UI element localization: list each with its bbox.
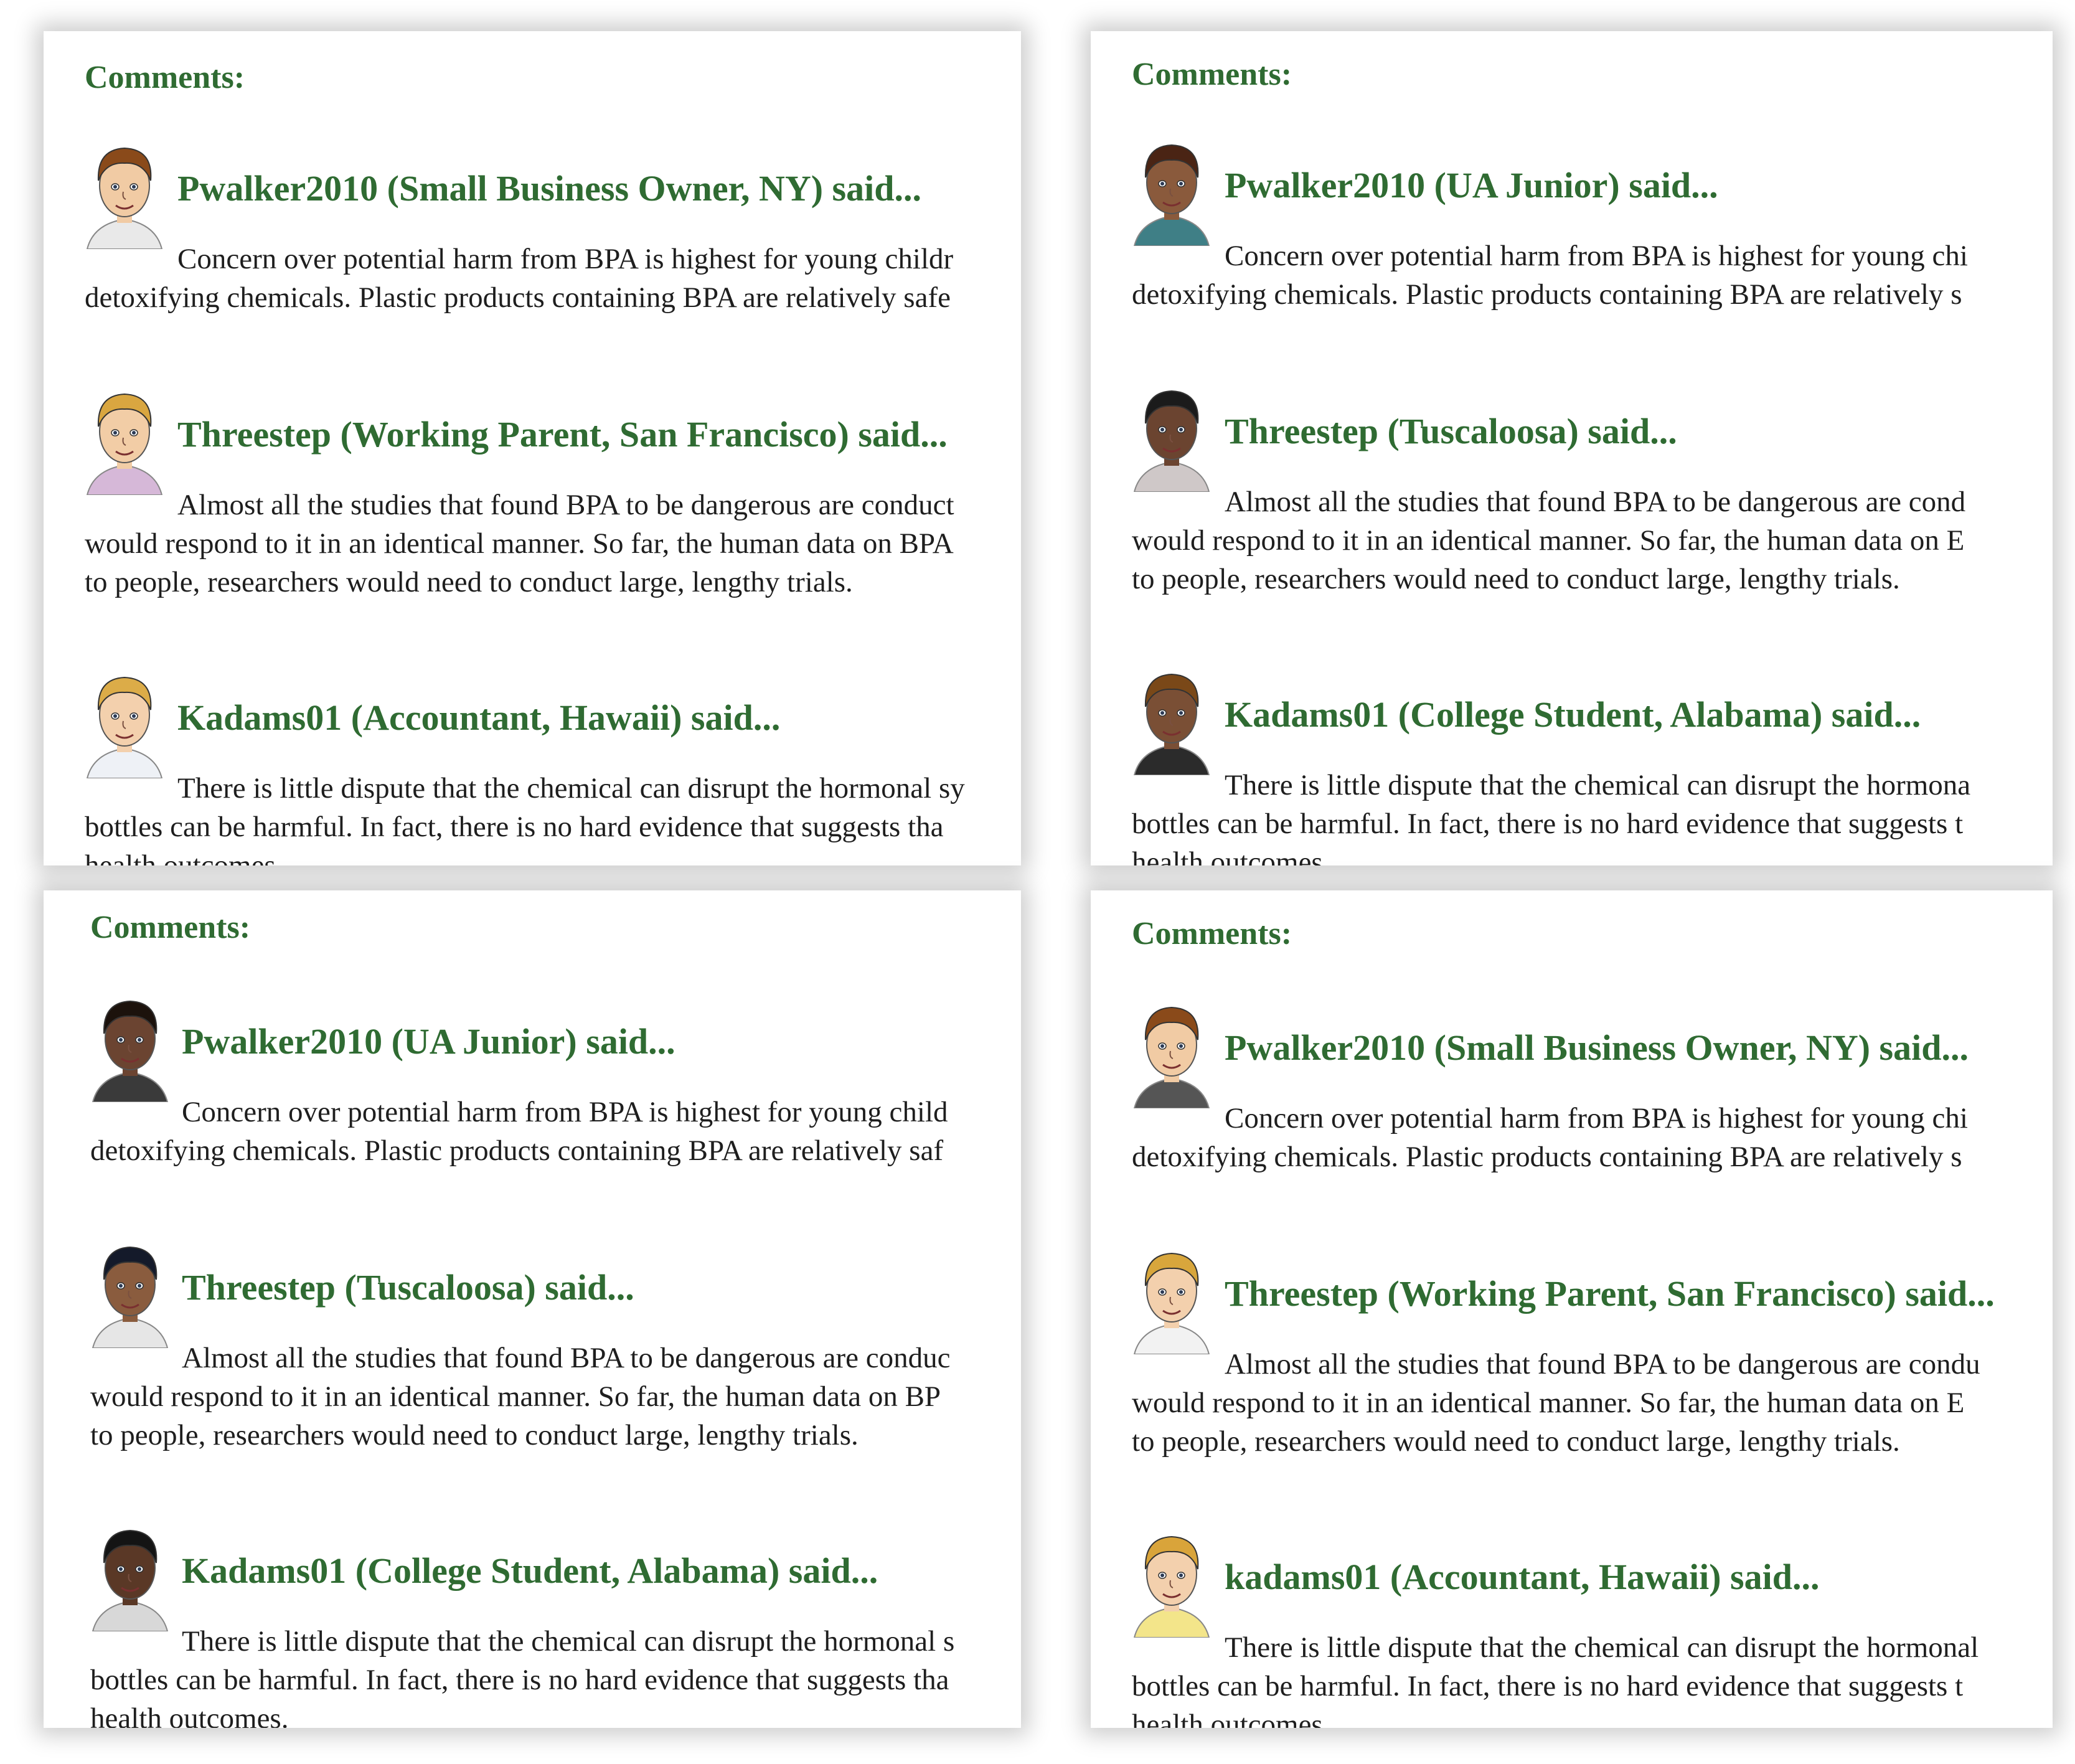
comment-text-line: health outcomes. — [1132, 1709, 1330, 1728]
comments-panel: Comments: Pwalker2010 (UA Junior) said...… — [1091, 31, 2053, 865]
comment-text-line: health outcomes. — [85, 849, 283, 865]
avatar-icon — [1128, 1526, 1215, 1638]
avatar-icon — [81, 383, 168, 495]
comment-text-line: health outcomes. — [90, 1702, 289, 1728]
comment-text-line: would respond to it in an identical mann… — [90, 1380, 941, 1413]
comment-text-line: Concern over potential harm from BPA is … — [1225, 240, 1968, 272]
comment-text-line: bottles can be harmful. In fact, there i… — [1132, 808, 1964, 840]
comment-text-line: There is little dispute that the chemica… — [177, 772, 965, 804]
avatar-icon — [1128, 380, 1215, 492]
comment-author: kadams01 (Accountant, Hawaii) said... — [1225, 1557, 1820, 1597]
comment-text-line: Concern over potential harm from BPA is … — [182, 1096, 948, 1128]
comments-panel: Comments: Pwalker2010 (UA Junior) said...… — [44, 890, 1021, 1728]
avatar-icon — [87, 1519, 174, 1631]
comment-item: Threestep (Working Parent, San Francisco… — [44, 383, 1021, 632]
comment-author: Kadams01 (College Student, Alabama) said… — [1225, 694, 1921, 735]
comment-text-line: would respond to it in an identical mann… — [1132, 524, 1965, 557]
comments-heading: Comments: — [1132, 916, 1292, 951]
comment-text-line: Concern over potential harm from BPA is … — [1225, 1102, 1968, 1134]
comment-text-line: There is little dispute that the chemica… — [182, 1625, 955, 1658]
comment-text-line: Almost all the studies that found BPA to… — [1225, 1348, 1980, 1380]
comment-text-line: detoxifying chemicals. Plastic products … — [1132, 1141, 1962, 1173]
avatar-icon — [81, 137, 168, 249]
comment-item: Threestep (Working Parent, San Francisco… — [1091, 1242, 2053, 1491]
comment-item: kadams01 (Accountant, Hawaii) said... The… — [1091, 1526, 2053, 1728]
comment-text-line: would respond to it in an identical mann… — [1132, 1387, 1965, 1419]
avatar-icon — [81, 666, 168, 778]
avatar-icon — [1128, 996, 1215, 1108]
comment-text-line: detoxifying chemicals. Plastic products … — [85, 281, 951, 314]
comment-item: Pwalker2010 (Small Business Owner, NY) s… — [44, 137, 1021, 386]
avatar-icon — [1128, 134, 1215, 246]
comment-item: Threestep (Tuscaloosa) said... Almost all… — [44, 1236, 1021, 1485]
comment-item: Threestep (Tuscaloosa) said... Almost all… — [1091, 380, 2053, 629]
comment-item: Kadams01 (College Student, Alabama) said… — [44, 1519, 1021, 1728]
comment-author: Pwalker2010 (UA Junior) said... — [182, 1021, 675, 1062]
avatar-icon — [1128, 663, 1215, 775]
comment-author: Kadams01 (Accountant, Hawaii) said... — [177, 697, 781, 738]
avatar-icon — [1128, 1242, 1215, 1354]
comment-text-line: Almost all the studies that found BPA to… — [182, 1342, 951, 1374]
avatar-icon — [87, 990, 174, 1102]
comment-item: Pwalker2010 (Small Business Owner, NY) s… — [1091, 996, 2053, 1245]
comment-text-line: Almost all the studies that found BPA to… — [1225, 486, 1966, 518]
comments-panel: Comments: Pwalker2010 (Small Business Own… — [1091, 890, 2053, 1728]
comment-text-line: detoxifying chemicals. Plastic products … — [1132, 278, 1962, 311]
comment-text-line: bottles can be harmful. In fact, there i… — [85, 811, 944, 843]
comment-author: Pwalker2010 (Small Business Owner, NY) s… — [1225, 1027, 1969, 1068]
comment-item: Pwalker2010 (UA Junior) said... Concern o… — [1091, 134, 2053, 383]
comment-item: Pwalker2010 (UA Junior) said... Concern o… — [44, 990, 1021, 1239]
comment-text-line: Almost all the studies that found BPA to… — [177, 489, 954, 521]
comment-text-line: bottles can be harmful. In fact, there i… — [1132, 1670, 1964, 1702]
comment-author: Threestep (Working Parent, San Francisco… — [177, 414, 948, 455]
comment-author: Threestep (Working Parent, San Francisco… — [1225, 1273, 1995, 1314]
comment-text-line: bottles can be harmful. In fact, there i… — [90, 1664, 949, 1696]
comment-text-line: health outcomes. — [1132, 846, 1330, 865]
comment-text-line: detoxifying chemicals. Plastic products … — [90, 1134, 944, 1167]
comment-author: Threestep (Tuscaloosa) said... — [182, 1267, 634, 1308]
comments-heading: Comments: — [90, 910, 251, 945]
comment-text-line: There is little dispute that the chemica… — [1225, 1631, 1979, 1664]
comment-author: Threestep (Tuscaloosa) said... — [1225, 411, 1677, 451]
avatar-icon — [87, 1236, 174, 1348]
comment-author: Pwalker2010 (Small Business Owner, NY) s… — [177, 168, 922, 209]
comments-heading: Comments: — [1132, 57, 1292, 92]
comment-text-line: to people, researchers would need to con… — [90, 1419, 859, 1451]
comment-author: Pwalker2010 (UA Junior) said... — [1225, 165, 1718, 205]
comment-text-line: Concern over potential harm from BPA is … — [177, 243, 954, 275]
comment-text-line: to people, researchers would need to con… — [1132, 1425, 1900, 1458]
comments-heading: Comments: — [85, 60, 245, 95]
comment-author: Kadams01 (College Student, Alabama) said… — [182, 1550, 878, 1591]
comment-item: Kadams01 (Accountant, Hawaii) said... The… — [44, 666, 1021, 865]
comment-text-line: to people, researchers would need to con… — [1132, 563, 1900, 595]
comment-item: Kadams01 (College Student, Alabama) said… — [1091, 663, 2053, 865]
comment-text-line: to people, researchers would need to con… — [85, 566, 853, 598]
comments-panel: Comments: Pwalker2010 (Small Business Own… — [44, 31, 1021, 865]
comment-text-line: would respond to it in an identical mann… — [85, 527, 954, 560]
comment-text-line: There is little dispute that the chemica… — [1225, 769, 1971, 801]
